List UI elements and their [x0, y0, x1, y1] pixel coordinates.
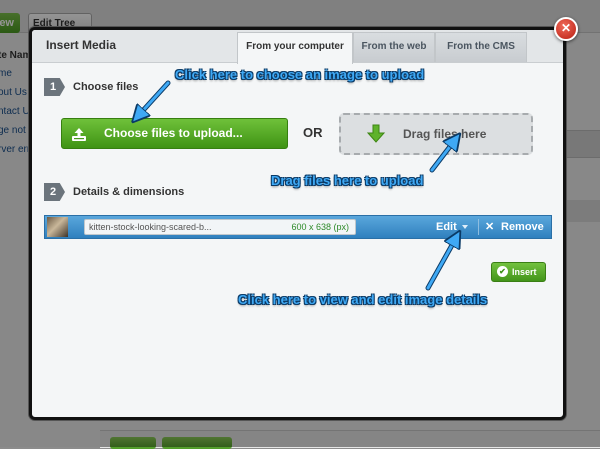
drag-files-label: Drag files here	[403, 127, 487, 141]
step-1-badge: 1	[44, 78, 65, 96]
edit-image-button[interactable]: Edit	[436, 216, 476, 238]
annotation-choose-files: Click here to choose an image to upload	[175, 67, 425, 82]
annotation-edit-details: Click here to view and edit image detail…	[238, 292, 488, 307]
file-dimensions: 600 x 638 (px)	[291, 222, 349, 232]
remove-x-icon: ✕	[485, 221, 495, 233]
insert-media-dialog: Insert Media From your computer From the…	[29, 27, 566, 420]
dialog-title: Insert Media	[46, 38, 117, 52]
edit-label: Edit	[436, 221, 457, 233]
tab-from-your-computer[interactable]: From your computer	[237, 32, 353, 64]
file-thumbnail	[47, 217, 68, 237]
choose-files-label: Choose files to upload...	[104, 126, 243, 140]
tab-from-the-web[interactable]: From the web	[353, 32, 435, 62]
step-2-label: Details & dimensions	[73, 186, 185, 198]
choose-files-button[interactable]: Choose files to upload...	[61, 118, 288, 149]
check-circle-icon: ✔	[497, 266, 508, 277]
dialog-header: Insert Media From your computer From the…	[32, 30, 563, 64]
close-icon: ✕	[560, 21, 572, 35]
insert-label: Insert	[512, 267, 537, 277]
close-dialog-button[interactable]: ✕	[554, 17, 578, 41]
annotation-drag-files: Drag files here to upload	[271, 173, 424, 188]
insert-button[interactable]: ✔ Insert	[491, 262, 546, 282]
drag-drop-zone[interactable]: Drag files here	[339, 113, 533, 155]
remove-label: Remove	[501, 221, 544, 233]
drag-down-arrow-icon	[366, 124, 386, 143]
step-1-label: Choose files	[73, 81, 139, 93]
row-divider	[478, 219, 479, 235]
step-2-badge: 2	[44, 183, 65, 201]
file-info-field: kitten-stock-looking-scared-b... 600 x 6…	[84, 219, 356, 235]
uploaded-file-row: kitten-stock-looking-scared-b... 600 x 6…	[44, 215, 552, 239]
tab-from-the-cms[interactable]: From the CMS	[435, 32, 527, 62]
or-separator: OR	[303, 125, 323, 140]
chevron-down-icon	[462, 225, 468, 229]
upload-icon	[72, 128, 86, 141]
remove-file-button[interactable]: ✕ Remove	[483, 216, 549, 238]
file-name: kitten-stock-looking-scared-b...	[89, 222, 212, 232]
